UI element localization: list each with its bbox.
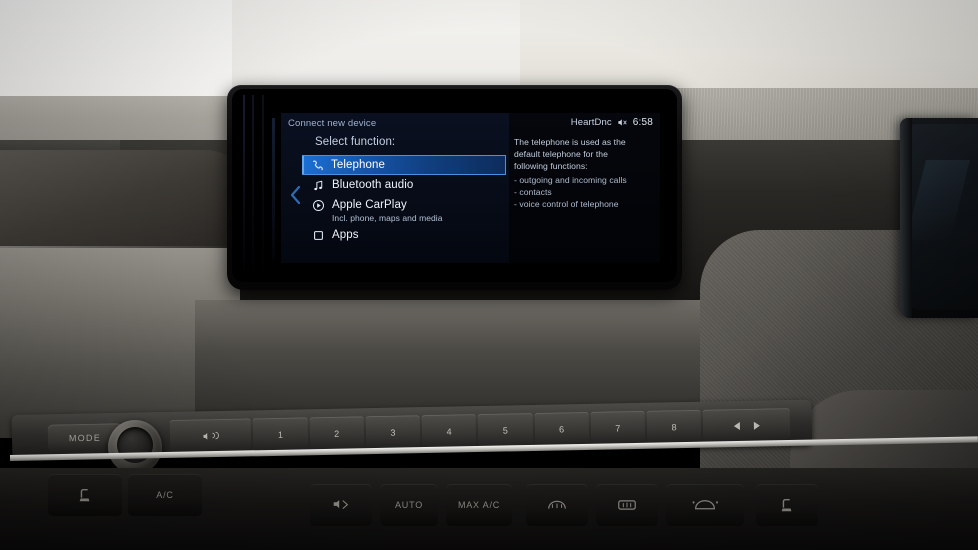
- eject-sound-icon: [202, 431, 220, 441]
- preset-button-4[interactable]: 4: [421, 414, 477, 449]
- auto-button[interactable]: AUTO: [380, 484, 438, 526]
- description-bullet: - outgoing and incoming calls: [514, 174, 627, 185]
- preset-label: 4: [446, 426, 452, 437]
- function-list: Telephone Bluetooth audio Apple CarPlay …: [302, 155, 506, 245]
- screen-title: Connect new device: [288, 118, 377, 129]
- triangle-right-icon[interactable]: [753, 421, 760, 430]
- preset-label: 7: [615, 422, 621, 433]
- audio-source-label: HeartDnc: [570, 117, 612, 128]
- front-defrost-button[interactable]: [596, 484, 658, 526]
- preset-button-1[interactable]: 1: [253, 417, 308, 452]
- preset-label: 2: [334, 428, 340, 439]
- max-ac-button[interactable]: MAX A/C: [446, 484, 512, 526]
- bezel-reflection-3: [262, 95, 264, 270]
- car-interior-scene: documento Connect new device HeartDnc: [0, 0, 978, 550]
- bezel-reflection-2: [252, 95, 254, 270]
- seat-heater-left-icon: [76, 487, 94, 503]
- list-item-label: Bluetooth audio: [332, 179, 414, 191]
- auto-button-label: AUTO: [394, 500, 424, 510]
- preset-button-6[interactable]: 6: [534, 411, 589, 446]
- play-circle-icon: [312, 199, 325, 212]
- preset-button-8[interactable]: 8: [646, 409, 702, 444]
- eject-sound-button[interactable]: [169, 418, 252, 453]
- list-item-telephone[interactable]: Telephone: [302, 155, 506, 175]
- chevron-left-icon[interactable]: [289, 185, 303, 205]
- square-outline-icon: [312, 229, 325, 242]
- preset-label: 1: [277, 429, 284, 440]
- preset-button-3[interactable]: 3: [365, 415, 421, 450]
- telephone-handset-icon: [311, 159, 324, 172]
- screen-scroll-indicator[interactable]: [272, 118, 275, 260]
- description-bullet: - voice control of telephone: [514, 198, 619, 209]
- preset-button-2[interactable]: 2: [309, 416, 365, 451]
- track-navigation-buttons[interactable]: [702, 408, 791, 443]
- speaker-mute-icon: [617, 117, 628, 128]
- mode-button-label: MODE: [68, 432, 102, 444]
- list-item-label: Apps: [332, 229, 359, 241]
- windshield-defrost-button[interactable]: [666, 484, 744, 526]
- status-area: HeartDnc 6:58: [571, 117, 653, 128]
- ac-button[interactable]: A/C: [128, 474, 202, 516]
- windshield-defrost-icon: [690, 497, 720, 513]
- seat-heater-right-button[interactable]: [756, 484, 818, 526]
- description-line: following functions:: [514, 160, 588, 171]
- description-panel: The telephone is used as the default tel…: [514, 137, 656, 210]
- background-wall-right: [520, 0, 978, 95]
- front-defrost-icon: [616, 498, 638, 512]
- screen-header: Connect new device HeartDnc 6:58: [281, 113, 660, 135]
- clock-time: 6:58: [632, 117, 653, 128]
- description-line: default telephone for the: [514, 148, 608, 159]
- auxiliary-display-edge: [900, 118, 912, 318]
- triangle-left-icon[interactable]: [733, 421, 740, 430]
- recirculation-icon: [331, 498, 351, 512]
- list-item-apps[interactable]: Apps: [303, 225, 503, 245]
- preset-label: 5: [502, 425, 508, 436]
- ac-button-label: A/C: [156, 490, 174, 500]
- seat-heater-right-icon: [778, 497, 796, 513]
- description-line: The telephone is used as the: [514, 137, 626, 147]
- preset-label: 8: [671, 421, 677, 432]
- rear-defrost-button[interactable]: [526, 484, 588, 526]
- preset-label: 3: [390, 427, 396, 438]
- climate-control-panel: A/C AUTO MAX A/C: [0, 468, 978, 550]
- max-ac-button-label: MAX A/C: [457, 500, 501, 510]
- preset-label: 6: [558, 423, 565, 435]
- list-item-label: Telephone: [331, 159, 385, 171]
- preset-button-7[interactable]: 7: [590, 410, 646, 445]
- recirculation-button[interactable]: [310, 484, 372, 526]
- description-bullet: - contacts: [514, 186, 552, 197]
- list-item-label: Apple CarPlay: [332, 199, 407, 211]
- list-item-apple-carplay[interactable]: Apple CarPlay: [303, 195, 503, 215]
- bezel-reflection-1: [243, 95, 245, 270]
- music-note-icon: [312, 179, 325, 192]
- rear-defrost-icon: [546, 498, 568, 512]
- infotainment-screen[interactable]: Connect new device HeartDnc 6:58 Select …: [281, 113, 660, 263]
- preset-button-5[interactable]: 5: [477, 413, 533, 448]
- list-item-bluetooth-audio[interactable]: Bluetooth audio: [303, 175, 503, 195]
- select-function-label: Select function:: [315, 136, 396, 148]
- seat-heater-left-button[interactable]: [48, 474, 122, 516]
